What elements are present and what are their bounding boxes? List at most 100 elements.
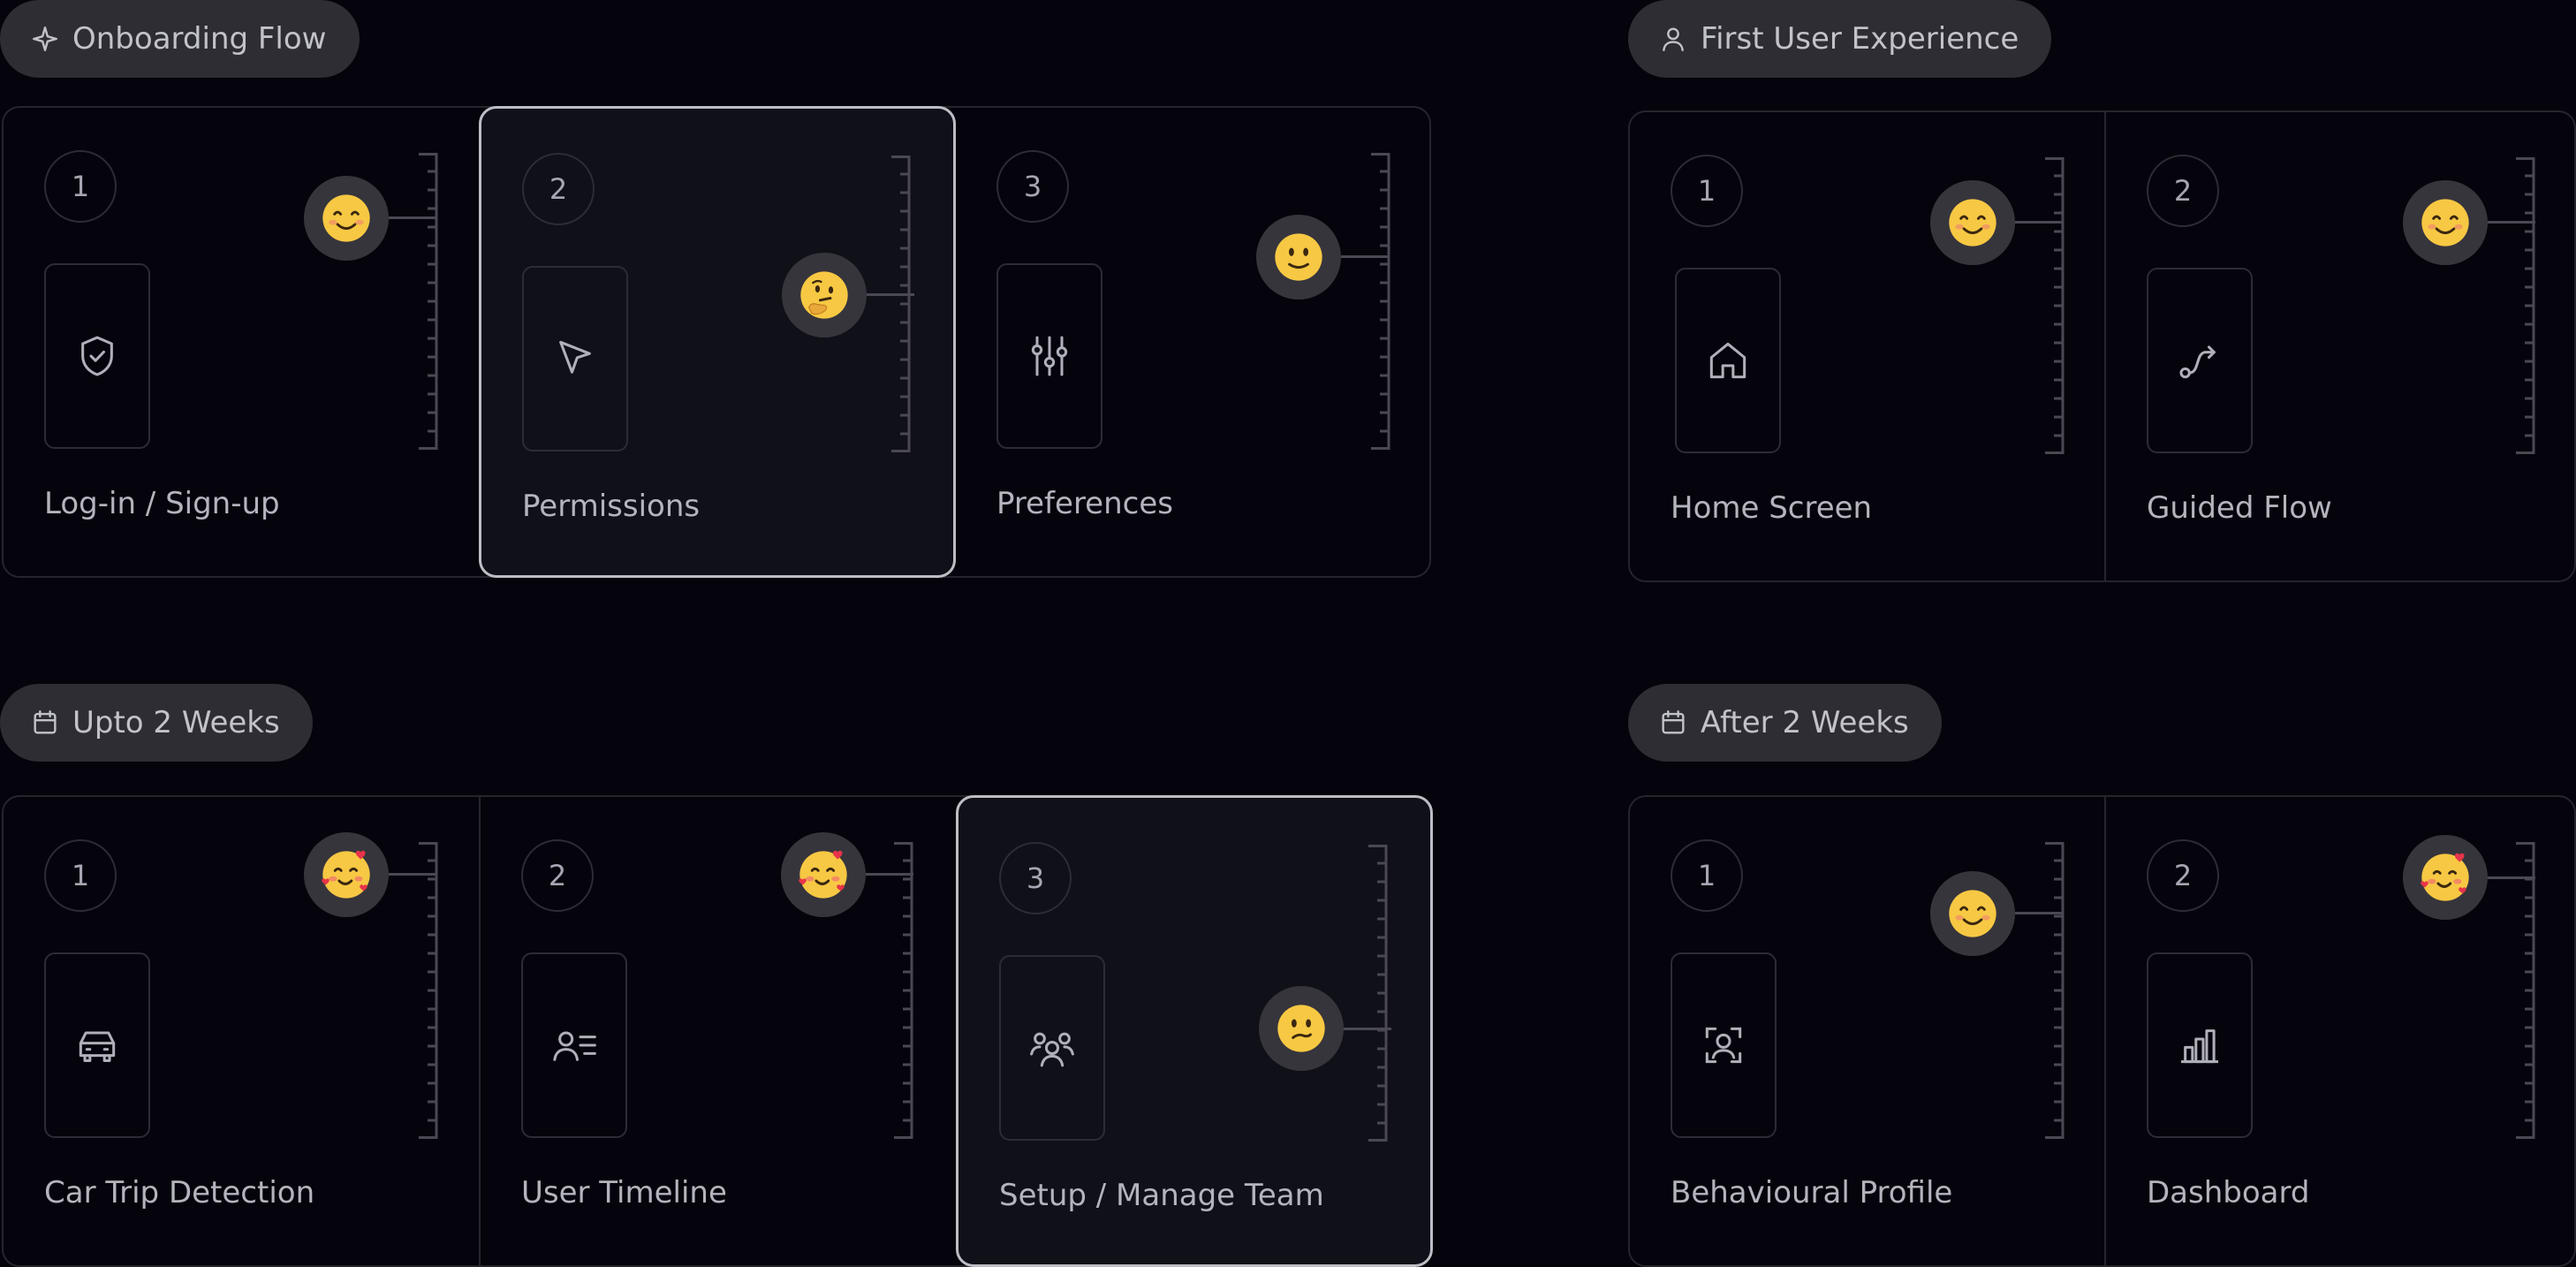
step-number: 1: [44, 150, 117, 223]
smiling-face-icon[interactable]: [1930, 870, 2015, 956]
cursor-pointer-icon: [559, 340, 591, 374]
user-list-icon: [553, 1031, 596, 1061]
user-icon: [1663, 27, 1684, 51]
satisfaction-scale: [2045, 842, 2065, 1139]
step-card-preferences[interactable]: 3 Preferences: [956, 106, 1433, 578]
stage-group-after-2-weeks: 1 Behavioural Profile 2 Dashboard: [1628, 795, 2576, 1267]
shield-check-icon: [81, 336, 113, 376]
calendar-icon: [1662, 710, 1685, 734]
stage-group-onboarding: 1 Log-in / Sign-up 2 Permissions 3 Prefe…: [2, 106, 1431, 578]
bar-chart-icon: [2181, 1029, 2218, 1064]
smiling-face-icon[interactable]: [1930, 179, 2015, 265]
step-label: User Timeline: [521, 1175, 727, 1210]
smiling-face-with-hearts-icon[interactable]: [781, 831, 866, 917]
smiling-face-with-hearts-icon[interactable]: [304, 831, 389, 917]
slightly-smiling-face-icon[interactable]: [1256, 214, 1341, 300]
section-header-first-user-experience[interactable]: First User Experience: [1628, 0, 2052, 78]
step-card-guided-flow[interactable]: 2 Guided Flow: [2104, 110, 2576, 582]
section-header-after-2-weeks[interactable]: After 2 Weeks: [1628, 684, 1942, 762]
satisfaction-scale: [891, 156, 911, 452]
step-number: 2: [2147, 155, 2219, 227]
smiling-face-icon[interactable]: [2403, 179, 2488, 265]
step-card-car-trip-detection[interactable]: 1 Car Trip Detection: [4, 795, 481, 1267]
section-header-upto-2-weeks[interactable]: Upto 2 Weeks: [0, 684, 313, 762]
satisfaction-scale: [894, 842, 913, 1139]
score-connector: [866, 873, 913, 876]
smiling-face-with-hearts-icon: [2421, 854, 2469, 901]
step-card-setup-manage-team[interactable]: 3 Setup / Manage Team: [956, 795, 1433, 1267]
satisfaction-scale: [419, 842, 438, 1139]
car-icon: [79, 1031, 116, 1063]
step-label: Preferences: [996, 486, 1173, 521]
step-label: Dashboard: [2147, 1175, 2310, 1210]
score-connector: [2015, 912, 2063, 915]
section-header-onboarding[interactable]: Onboarding Flow: [0, 0, 360, 78]
satisfaction-scale: [2045, 157, 2065, 454]
step-label: Home Screen: [1671, 490, 1873, 526]
stage-group-upto-2-weeks: 1 Car Trip Detection 2 User Timeline 3 S…: [2, 795, 1433, 1267]
calendar-icon: [34, 710, 57, 734]
screen-thumbnail: [996, 263, 1102, 449]
team-icon: [1030, 1032, 1074, 1067]
screen-thumbnail: [1671, 952, 1777, 1138]
smiling-face-icon: [2421, 199, 2469, 247]
satisfaction-scale: [419, 153, 438, 450]
thinking-face-icon[interactable]: [782, 252, 867, 338]
smiling-face-with-hearts-icon[interactable]: [2403, 835, 2488, 921]
step-label: Log-in / Sign-up: [44, 486, 280, 521]
step-label: Car Trip Detection: [44, 1175, 315, 1210]
sliders-icon: [1031, 336, 1068, 376]
step-number: 3: [996, 150, 1069, 223]
screen-thumbnail: [999, 955, 1105, 1141]
step-number: 2: [522, 153, 595, 225]
score-connector: [389, 216, 436, 220]
home-icon: [1709, 342, 1746, 379]
step-label: Permissions: [522, 489, 701, 524]
smiling-face-icon: [1949, 199, 1996, 247]
satisfaction-scale: [1368, 845, 1388, 1142]
step-number: 2: [2147, 839, 2219, 912]
step-number: 1: [44, 839, 117, 912]
step-label: Behavioural Profile: [1671, 1175, 1953, 1210]
step-card-user-timeline[interactable]: 2 User Timeline: [479, 795, 956, 1267]
step-label: Setup / Manage Team: [999, 1178, 1324, 1213]
face-scan-icon: [1705, 1027, 1742, 1064]
section-title: First User Experience: [1701, 21, 2019, 57]
step-card-login[interactable]: 1 Log-in / Sign-up: [4, 106, 481, 578]
step-number: 3: [999, 842, 1072, 914]
step-number: 1: [1671, 839, 1743, 912]
screen-thumbnail: [2147, 952, 2253, 1138]
confused-face-icon[interactable]: [1259, 986, 1344, 1072]
score-connector: [1341, 255, 1389, 259]
smiling-face-icon: [1949, 889, 1996, 937]
slightly-smiling-face-icon: [1275, 232, 1322, 281]
score-connector: [389, 873, 436, 876]
score-connector: [2015, 221, 2063, 224]
step-number: 1: [1671, 155, 1743, 227]
stage-group-first-user-experience: 1 Home Screen 2 Guided Flow: [1628, 110, 2576, 582]
sparkle-icon: [33, 27, 57, 51]
step-card-behavioural-profile[interactable]: 1 Behavioural Profile: [1630, 795, 2107, 1267]
screen-thumbnail: [522, 266, 628, 451]
thinking-face-icon: [800, 271, 848, 319]
section-title: Upto 2 Weeks: [72, 705, 280, 740]
satisfaction-scale: [2516, 842, 2535, 1139]
screen-thumbnail: [44, 952, 150, 1138]
step-label: Guided Flow: [2147, 490, 2332, 526]
screen-thumbnail: [1675, 268, 1781, 453]
route-icon: [2179, 345, 2216, 379]
section-title: Onboarding Flow: [72, 21, 327, 57]
step-card-home-screen[interactable]: 1 Home Screen: [1630, 110, 2107, 582]
smiling-face-icon: [322, 194, 370, 242]
step-number: 2: [521, 839, 594, 912]
step-card-dashboard[interactable]: 2 Dashboard: [2104, 795, 2576, 1267]
confused-face-icon: [1277, 1005, 1325, 1052]
step-card-permissions[interactable]: 2 Permissions: [479, 106, 956, 578]
screen-thumbnail: [44, 263, 150, 449]
smiling-face-with-hearts-icon: [799, 850, 847, 899]
satisfaction-scale: [1371, 153, 1390, 450]
screen-thumbnail: [2147, 268, 2253, 453]
smiling-face-icon[interactable]: [304, 175, 389, 261]
satisfaction-scale: [2516, 157, 2535, 454]
score-connector: [2488, 221, 2535, 224]
